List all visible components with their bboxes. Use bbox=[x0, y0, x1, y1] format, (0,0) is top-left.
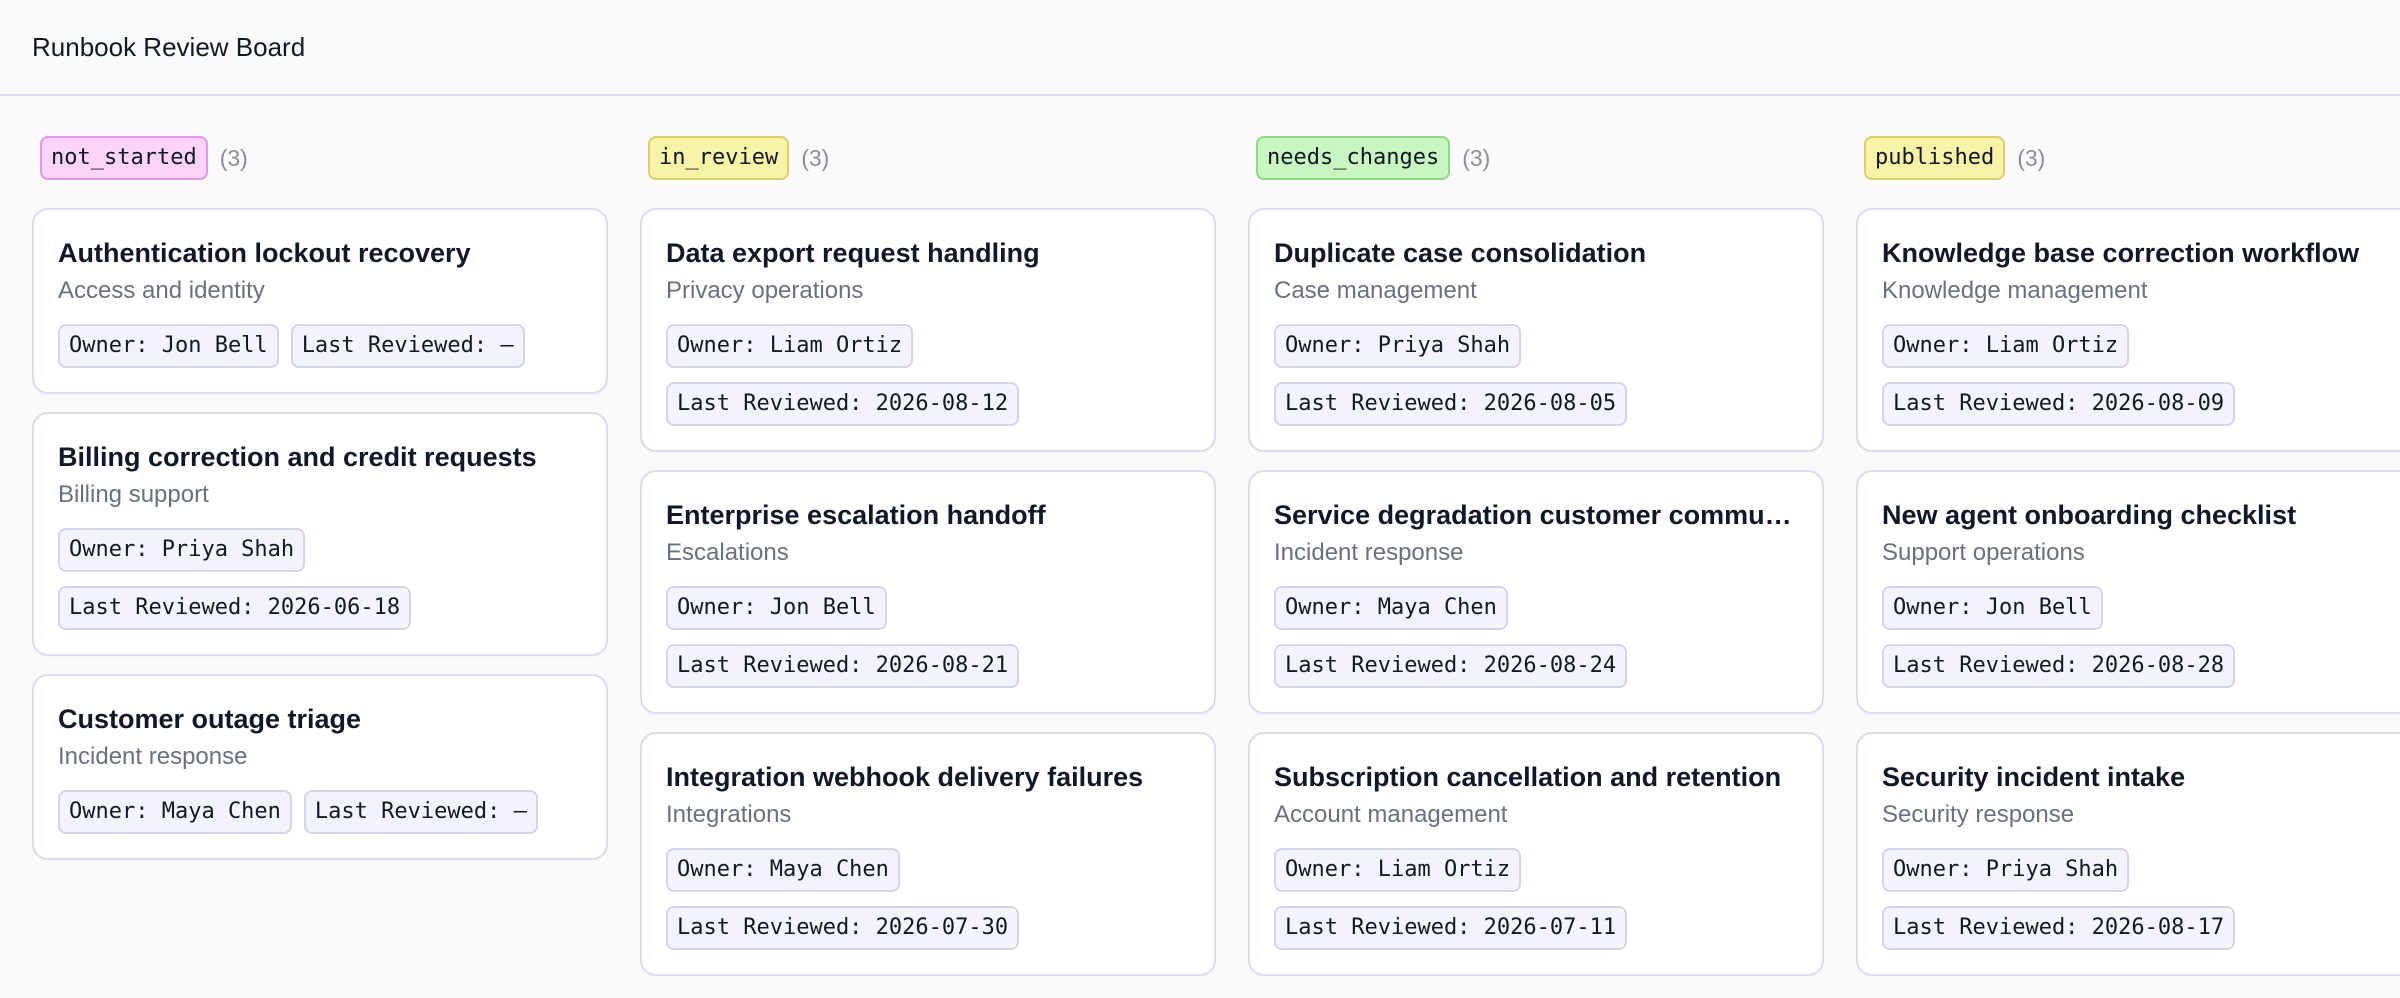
card-category: Security response bbox=[1882, 801, 2075, 828]
card-title: Integration webhook delivery failures bbox=[666, 762, 1144, 792]
last-reviewed-chip: Last Reviewed: – bbox=[290, 324, 525, 368]
card-category: Escalations bbox=[666, 539, 789, 566]
card-category: Support operations bbox=[1882, 539, 2085, 566]
card-category: Access and identity bbox=[58, 277, 265, 304]
last-reviewed-chip: Last Reviewed: – bbox=[303, 790, 538, 834]
card-category: Privacy operations bbox=[666, 277, 864, 304]
card-title: Security incident intake bbox=[1882, 762, 2186, 792]
last-reviewed-chip: Last Reviewed: 2026-07-30 bbox=[666, 906, 1020, 950]
column-count: (3) bbox=[801, 144, 830, 171]
column-needs-changes: needs_changes (3) Duplicate case consoli… bbox=[1248, 134, 1824, 976]
owner-chip: Owner: Maya Chen bbox=[58, 790, 292, 834]
column-header: needs_changes (3) bbox=[1248, 134, 1824, 182]
owner-chip: Owner: Liam Ortiz bbox=[666, 324, 914, 368]
owner-chip: Owner: Jon Bell bbox=[1882, 586, 2103, 630]
runbook-card[interactable]: Security incident intake Security respon… bbox=[1856, 732, 2400, 976]
last-reviewed-chip: Last Reviewed: 2026-08-24 bbox=[1274, 644, 1628, 688]
card-title: Data export request handling bbox=[666, 238, 1040, 268]
runbook-card[interactable]: Subscription cancellation and retention … bbox=[1248, 732, 1824, 976]
last-reviewed-chip: Last Reviewed: 2026-08-12 bbox=[666, 382, 1020, 426]
runbook-card[interactable]: Authentication lockout recovery Access a… bbox=[32, 208, 608, 394]
column-count: (3) bbox=[1462, 144, 1491, 171]
card-category: Case management bbox=[1274, 277, 1477, 304]
last-reviewed-chip: Last Reviewed: 2026-08-17 bbox=[1882, 906, 2236, 950]
card-category: Incident response bbox=[1274, 539, 1464, 566]
owner-chip: Owner: Maya Chen bbox=[1274, 586, 1508, 630]
runbook-card[interactable]: Data export request handling Privacy ope… bbox=[640, 208, 1216, 452]
owner-chip: Owner: Priya Shah bbox=[1882, 848, 2130, 892]
last-reviewed-chip: Last Reviewed: 2026-08-09 bbox=[1882, 382, 2236, 426]
last-reviewed-chip: Last Reviewed: 2026-08-21 bbox=[666, 644, 1020, 688]
card-title: Duplicate case consolidation bbox=[1274, 238, 1647, 268]
owner-chip: Owner: Liam Ortiz bbox=[1274, 848, 1522, 892]
card-title: Billing correction and credit requests bbox=[58, 442, 537, 472]
card-category: Knowledge management bbox=[1882, 277, 2148, 304]
column-header: in_review (3) bbox=[640, 134, 1216, 182]
runbook-card[interactable]: New agent onboarding checklist Support o… bbox=[1856, 470, 2400, 714]
last-reviewed-chip: Last Reviewed: 2026-06-18 bbox=[58, 586, 412, 630]
card-title: Customer outage triage bbox=[58, 704, 362, 734]
card-title: Subscription cancellation and retention bbox=[1274, 762, 1782, 792]
column-header: published (3) bbox=[1856, 134, 2400, 182]
card-title: Service degradation customer communicati… bbox=[1274, 500, 1798, 530]
runbook-card[interactable]: Customer outage triage Incident response… bbox=[32, 674, 608, 860]
card-title: Enterprise escalation handoff bbox=[666, 500, 1046, 530]
card-category: Integrations bbox=[666, 801, 792, 828]
runbook-card[interactable]: Knowledge base correction workflow Knowl… bbox=[1856, 208, 2400, 452]
column-published: published (3) Knowledge base correction … bbox=[1856, 134, 2400, 976]
runbook-card[interactable]: Billing correction and credit requests B… bbox=[32, 412, 608, 656]
card-title: Knowledge base correction workflow bbox=[1882, 238, 2360, 268]
last-reviewed-chip: Last Reviewed: 2026-08-28 bbox=[1882, 644, 2236, 688]
owner-chip: Owner: Liam Ortiz bbox=[1882, 324, 2130, 368]
status-badge: needs_changes bbox=[1256, 136, 1451, 180]
last-reviewed-chip: Last Reviewed: 2026-08-05 bbox=[1274, 382, 1628, 426]
column-header: not_started (3) bbox=[32, 134, 608, 182]
owner-chip: Owner: Jon Bell bbox=[666, 586, 887, 630]
status-badge: published bbox=[1864, 136, 2006, 180]
card-category: Incident response bbox=[58, 743, 248, 770]
runbook-card[interactable]: Enterprise escalation handoff Escalation… bbox=[640, 470, 1216, 714]
app-header: Runbook Review Board bbox=[0, 0, 2400, 96]
runbook-card[interactable]: Duplicate case consolidation Case manage… bbox=[1248, 208, 1824, 452]
status-badge: not_started bbox=[40, 136, 208, 180]
column-count: (3) bbox=[219, 144, 248, 171]
card-title: Authentication lockout recovery bbox=[58, 238, 471, 268]
owner-chip: Owner: Priya Shah bbox=[58, 528, 306, 572]
owner-chip: Owner: Jon Bell bbox=[58, 324, 279, 368]
last-reviewed-chip: Last Reviewed: 2026-07-11 bbox=[1274, 906, 1628, 950]
card-category: Billing support bbox=[58, 481, 209, 508]
card-title: New agent onboarding checklist bbox=[1882, 500, 2297, 530]
runbook-card[interactable]: Service degradation customer communicati… bbox=[1248, 470, 1824, 714]
card-category: Account management bbox=[1274, 801, 1508, 828]
kanban-board: not_started (3) Authentication lockout r… bbox=[0, 96, 2400, 976]
owner-chip: Owner: Maya Chen bbox=[666, 848, 900, 892]
status-badge: in_review bbox=[648, 136, 790, 180]
column-not-started: not_started (3) Authentication lockout r… bbox=[32, 134, 608, 976]
runbook-card[interactable]: Integration webhook delivery failures In… bbox=[640, 732, 1216, 976]
page-title: Runbook Review Board bbox=[32, 31, 306, 62]
owner-chip: Owner: Priya Shah bbox=[1274, 324, 1522, 368]
column-count: (3) bbox=[2017, 144, 2046, 171]
column-in-review: in_review (3) Data export request handli… bbox=[640, 134, 1216, 976]
